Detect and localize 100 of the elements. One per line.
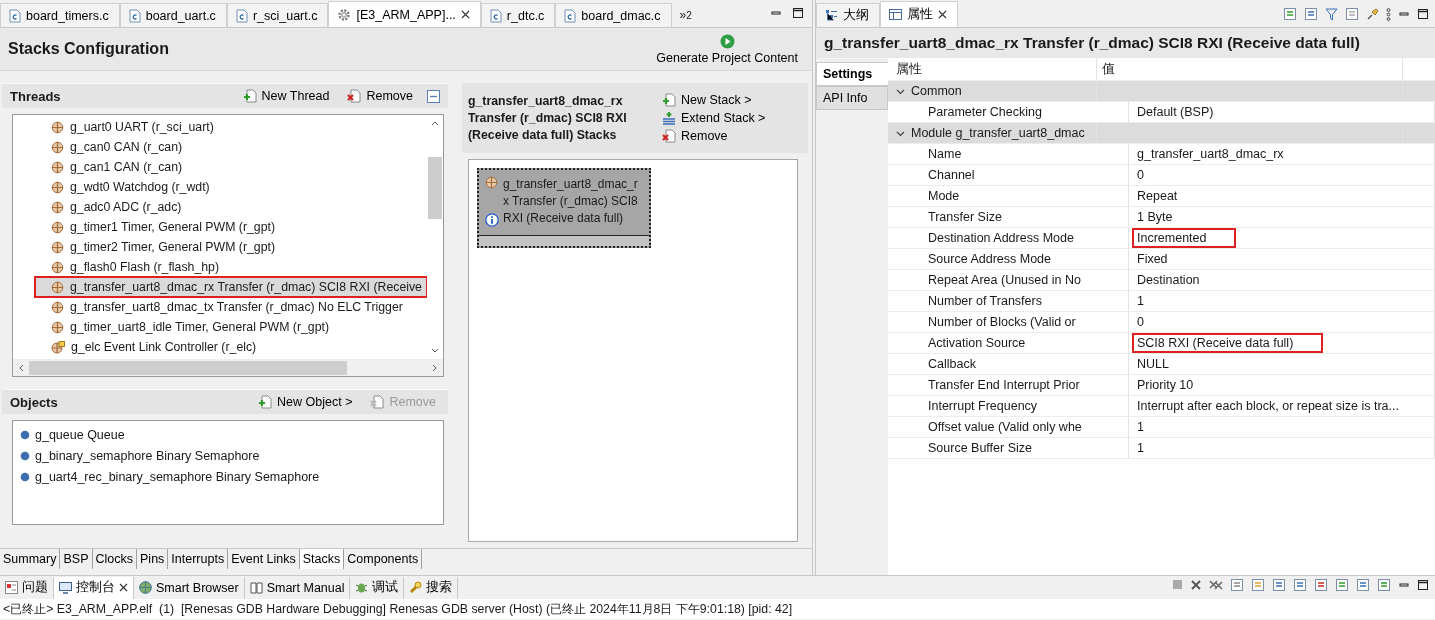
side-tab[interactable]: API Info xyxy=(816,86,888,110)
column-header: 值 xyxy=(1102,60,1115,78)
editor-tab[interactable]: board_dmac.c xyxy=(555,3,672,27)
generate-button[interactable]: Generate Project Content xyxy=(650,33,804,65)
property-name: Offset value (Valid only whe xyxy=(928,420,1082,434)
maximize-icon[interactable] xyxy=(1417,8,1429,20)
outline-icon xyxy=(825,9,838,22)
scroll-down-icon[interactable] xyxy=(431,347,439,355)
editor-tab[interactable]: r_dtc.c xyxy=(480,3,556,27)
crosshair-icon xyxy=(51,240,64,254)
new-thread-button[interactable]: New Thread xyxy=(238,89,334,103)
page-icon[interactable] xyxy=(1345,7,1359,21)
tree-item[interactable]: g_can0 CAN (r_can) xyxy=(13,137,427,157)
scrollbar-thumb[interactable] xyxy=(29,361,347,375)
layers-icon xyxy=(662,111,676,125)
tree-item[interactable]: g_elc Event Link Controller (r_elc) xyxy=(13,337,427,357)
maximize-icon[interactable] xyxy=(792,7,804,19)
close-icon[interactable] xyxy=(938,10,947,19)
warning-list-icon xyxy=(5,581,18,594)
file-icon xyxy=(235,8,248,23)
editor-tab[interactable]: [E3_ARM_APP]... xyxy=(328,1,481,27)
more-icon[interactable] xyxy=(1386,7,1391,21)
stack-action-button[interactable]: Extend Stack > xyxy=(658,111,770,125)
page-icon[interactable] xyxy=(1377,577,1391,592)
tree-item[interactable]: g_adc0 ADC (r_adc) xyxy=(13,197,427,217)
property-value[interactable]: NULL xyxy=(1134,356,1172,372)
remove-all-icon[interactable] xyxy=(1209,578,1223,591)
property-value[interactable]: Priority 10 xyxy=(1134,377,1197,393)
console-tab[interactable]: 控制台 xyxy=(54,576,134,599)
view-tab[interactable]: 大纲 xyxy=(816,3,880,27)
close-icon[interactable] xyxy=(119,583,128,592)
new-object-button[interactable]: New Object > xyxy=(254,395,357,409)
property-value[interactable]: SCI8 RXI (Receive data full) xyxy=(1134,335,1322,351)
list-item[interactable]: g_binary_semaphore Binary Semaphore xyxy=(13,445,443,466)
side-tab[interactable]: Settings xyxy=(816,62,888,86)
page-tab[interactable]: Summary xyxy=(0,549,61,569)
property-name: Name xyxy=(928,147,962,161)
tree-item[interactable]: g_uart0 UART (r_sci_uart) xyxy=(13,117,427,137)
property-value[interactable]: Destination xyxy=(1134,272,1203,288)
property-name: Transfer End Interrupt Prior xyxy=(928,378,1080,392)
tree-item[interactable]: g_timer_uart8_idle Timer, General PWM (r_gpt) xyxy=(13,317,427,337)
group-row[interactable]: Module g_transfer_uart8_dmac xyxy=(888,123,1435,144)
property-value[interactable]: 0 xyxy=(1134,167,1147,183)
property-value[interactable]: Interrupt after each block, or repeat size is tra... xyxy=(1134,398,1402,414)
tree-item[interactable]: g_transfer_uart8_dmac_tx Transfer (r_dmac) No ELC Trigger xyxy=(13,297,427,317)
property-name: Number of Transfers xyxy=(928,294,1042,308)
crosshair-icon xyxy=(51,320,64,334)
tree-item[interactable]: g_flash0 Flash (r_flash_hp) xyxy=(13,257,427,277)
page-icon[interactable] xyxy=(1314,577,1328,592)
stack-action-button[interactable]: New Stack > xyxy=(658,93,770,107)
property-value[interactable]: Repeat xyxy=(1134,188,1181,204)
page-icon[interactable] xyxy=(1293,577,1307,592)
page-icon[interactable] xyxy=(1356,577,1370,592)
close-icon[interactable] xyxy=(1190,578,1202,591)
property-value[interactable]: 1 xyxy=(1134,440,1147,456)
flashlight-icon xyxy=(409,581,423,594)
panel-title: Threads xyxy=(10,88,62,104)
property-value[interactable]: 1 xyxy=(1134,419,1147,435)
property-value[interactable]: 0 xyxy=(1134,314,1147,330)
crosshair-icon xyxy=(51,300,64,314)
property-name: Parameter Checking xyxy=(928,105,1042,119)
stack-block[interactable]: g_transfer_uart8_dmac_rx Transfer (r_dmac) SCI8 RXI (Receive data full) xyxy=(477,168,651,248)
page-icon[interactable] xyxy=(1272,577,1286,592)
crosshair-icon xyxy=(51,280,64,294)
page-tab[interactable]: Stacks xyxy=(299,549,345,569)
property-value[interactable]: Fixed xyxy=(1134,251,1171,267)
filter-icon[interactable] xyxy=(1325,7,1338,21)
page-icon[interactable] xyxy=(1251,577,1265,592)
tree-item[interactable]: g_timer2 Timer, General PWM (r_gpt) xyxy=(13,237,427,257)
property-value[interactable]: Incremented xyxy=(1134,230,1235,246)
editor-tab[interactable]: r_sci_uart.c xyxy=(226,3,329,27)
scroll-right-icon[interactable] xyxy=(431,364,439,372)
list-item[interactable]: g_queue Queue xyxy=(13,424,443,445)
property-value[interactable]: 1 Byte xyxy=(1134,209,1176,225)
property-value[interactable]: Default (BSP) xyxy=(1134,104,1217,120)
tree-item[interactable]: g_wdt0 Watchdog (r_wdt) xyxy=(13,177,427,197)
group-row[interactable]: Common xyxy=(888,81,1435,102)
list-item[interactable]: g_uart4_rec_binary_semaphore Binary Semaphore xyxy=(13,466,443,487)
tree-item[interactable]: g_timer1 Timer, General PWM (r_gpt) xyxy=(13,217,427,237)
maximize-icon[interactable] xyxy=(1417,578,1429,591)
property-value[interactable]: g_transfer_uart8_dmac_rx xyxy=(1134,146,1287,162)
editor-tab[interactable]: board_timers.c xyxy=(0,3,120,27)
view-tab[interactable]: 属性 xyxy=(880,1,958,27)
scrollbar-thumb[interactable] xyxy=(428,157,442,219)
collapse-icon[interactable] xyxy=(427,89,440,103)
close-icon[interactable] xyxy=(460,10,470,19)
page-icon[interactable] xyxy=(1230,577,1244,592)
tree-item[interactable]: g_transfer_uart8_dmac_rx Transfer (r_dmac) SCI8 RXI (Receive xyxy=(35,277,427,297)
editor-tab[interactable]: board_uart.c xyxy=(119,3,227,27)
page-tab[interactable]: Components xyxy=(344,549,423,569)
tree-item[interactable]: g_can1 CAN (r_can) xyxy=(13,157,427,177)
property-value[interactable]: 1 xyxy=(1134,293,1147,309)
page-icon[interactable] xyxy=(1335,577,1349,592)
crosshair-icon xyxy=(51,220,64,234)
remove-button[interactable]: Remove xyxy=(343,89,417,103)
scroll-left-icon[interactable] xyxy=(17,364,25,372)
stack-action-button[interactable]: Remove xyxy=(658,129,770,143)
remove-page-icon xyxy=(347,89,362,103)
scroll-up-icon[interactable] xyxy=(431,119,439,127)
pin-icon[interactable] xyxy=(1366,7,1379,21)
